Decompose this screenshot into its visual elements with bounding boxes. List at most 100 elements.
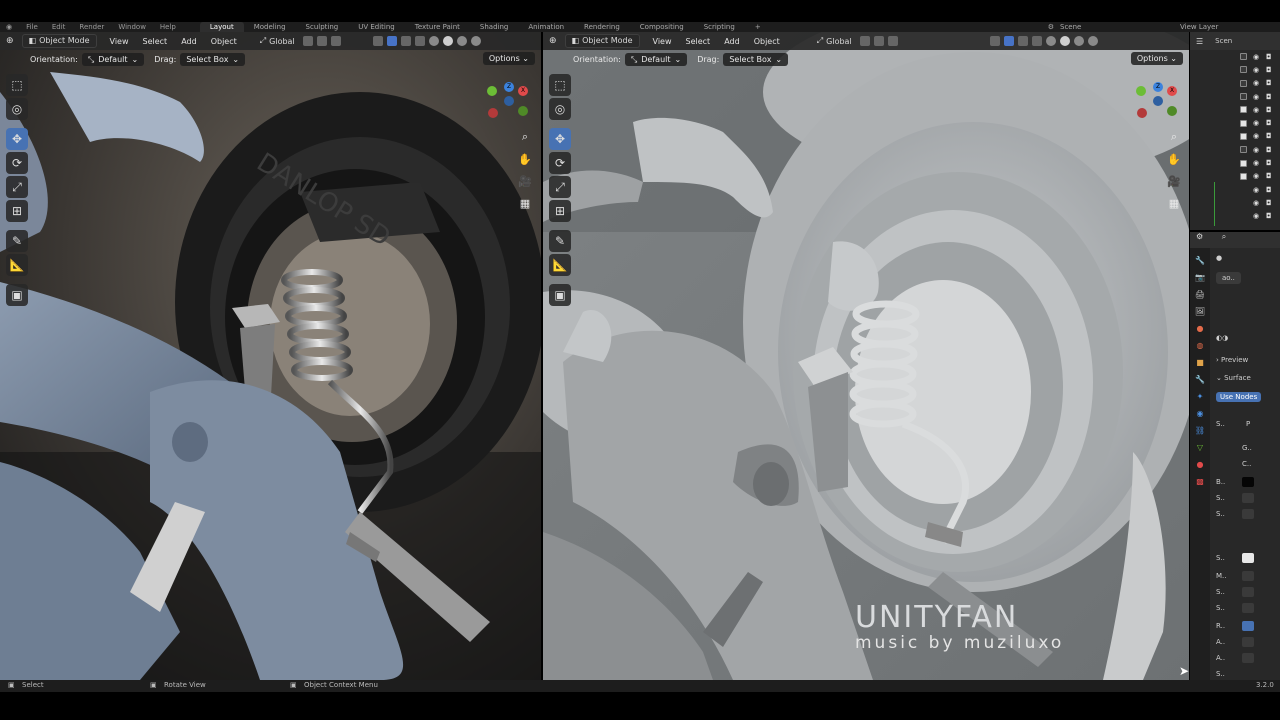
add-cube-tool-icon[interactable]: ▣ xyxy=(6,284,28,306)
proportional-icon[interactable] xyxy=(887,36,898,46)
menu-view[interactable]: View xyxy=(646,37,679,46)
mode-selector[interactable]: ◧ Object Mode xyxy=(564,34,640,48)
menu-add[interactable]: Add xyxy=(717,37,747,46)
view-layer-tab-icon[interactable]: 🖼 xyxy=(1194,305,1206,317)
xray-icon[interactable] xyxy=(414,36,425,46)
outliner-row[interactable]: ◉ ◘ xyxy=(1190,196,1280,209)
pivot-icon[interactable] xyxy=(859,36,870,46)
select-box-tool-icon[interactable]: ⬚ xyxy=(6,74,28,96)
viewport-left[interactable]: DANLOP SD ⊕ ◧ Object Mode View Select Add… xyxy=(0,32,541,680)
outliner-row[interactable]: ◉ ◘ xyxy=(1190,116,1280,129)
cursor-tool-icon[interactable]: ◎ xyxy=(549,98,571,120)
eye-icon[interactable]: ◉ xyxy=(1253,79,1259,87)
exclude-checkbox[interactable] xyxy=(1240,66,1247,74)
transform-orientation-icon[interactable]: ⤢ xyxy=(817,36,823,46)
xray-icon[interactable] xyxy=(1031,36,1042,46)
constraints-tab-icon[interactable]: ⛓ xyxy=(1194,424,1206,436)
rotate-tool-icon[interactable]: ⟳ xyxy=(6,152,28,174)
exclude-checkbox[interactable] xyxy=(1240,132,1247,140)
neg-y-axis-icon[interactable] xyxy=(1167,106,1177,116)
neg-z-axis-icon[interactable] xyxy=(504,96,514,106)
menu-select[interactable]: Select xyxy=(679,37,718,46)
wireframe-shading-icon[interactable] xyxy=(428,36,439,46)
tool-tab-icon[interactable]: 🔧 xyxy=(1194,254,1206,266)
roughness-slider[interactable] xyxy=(1242,621,1254,631)
add-workspace-icon[interactable]: + xyxy=(745,22,771,32)
camera-icon[interactable]: ◘ xyxy=(1266,212,1272,220)
cursor-tool-icon[interactable]: ◎ xyxy=(6,98,28,120)
texture-tab-icon[interactable]: ▩ xyxy=(1194,475,1206,487)
tab-compositing[interactable]: Compositing xyxy=(630,22,694,32)
properties-editor-icon[interactable]: ⚙ xyxy=(1196,232,1203,241)
outliner-row[interactable]: ◉ ◘ xyxy=(1190,50,1280,63)
tab-modeling[interactable]: Modeling xyxy=(244,22,296,32)
y-axis-icon[interactable] xyxy=(1136,86,1146,96)
camera-icon[interactable]: 🎥 xyxy=(1167,174,1181,188)
y-axis-icon[interactable] xyxy=(487,86,497,96)
move-tool-icon[interactable]: ✥ xyxy=(549,128,571,150)
camera-icon[interactable]: 🎥 xyxy=(518,174,532,188)
exclude-checkbox[interactable] xyxy=(1240,53,1247,61)
measure-tool-icon[interactable]: 📐 xyxy=(6,254,28,276)
tab-texture-paint[interactable]: Texture Paint xyxy=(405,22,470,32)
menu-render[interactable]: Render xyxy=(79,23,104,31)
scene-name[interactable]: Scene xyxy=(1060,23,1180,31)
object-tab-icon[interactable]: ■ xyxy=(1194,356,1206,368)
tab-layout[interactable]: Layout xyxy=(199,22,244,32)
neg-x-axis-icon[interactable] xyxy=(1137,108,1147,118)
drag-dropdown[interactable]: Select Box ⌄ xyxy=(180,52,246,66)
wireframe-shading-icon[interactable] xyxy=(1045,36,1056,46)
x-axis-icon[interactable]: X xyxy=(1167,86,1177,96)
value-swatch[interactable] xyxy=(1242,653,1254,663)
preview-panel[interactable]: › Preview xyxy=(1216,356,1248,364)
outliner-row[interactable]: ◉ ◘ xyxy=(1190,90,1280,103)
material-slot[interactable]: ao.. xyxy=(1216,272,1241,284)
tab-rendering[interactable]: Rendering xyxy=(574,22,630,32)
eye-icon[interactable]: ◉ xyxy=(1253,66,1259,74)
zoom-icon[interactable]: ⌕ xyxy=(1167,130,1181,144)
field-g[interactable]: G.. xyxy=(1242,444,1252,452)
camera-icon[interactable]: ◘ xyxy=(1266,79,1272,87)
solid-shading-icon[interactable] xyxy=(1059,36,1070,46)
orientation-dropdown[interactable]: ⤡ Default ⌄ xyxy=(624,52,688,66)
menu-select[interactable]: Select xyxy=(136,37,175,46)
transform-orientation-icon[interactable]: ⤢ xyxy=(260,36,266,46)
neg-y-axis-icon[interactable] xyxy=(518,106,528,116)
neg-x-axis-icon[interactable] xyxy=(488,108,498,118)
eye-icon[interactable]: ◉ xyxy=(1253,132,1259,140)
menu-add[interactable]: Add xyxy=(174,37,204,46)
menu-window[interactable]: Window xyxy=(118,23,146,31)
search-icon[interactable]: ⌕ xyxy=(1222,232,1226,241)
camera-icon[interactable]: ◘ xyxy=(1266,186,1272,194)
exclude-checkbox[interactable] xyxy=(1240,106,1247,114)
orientation-dropdown[interactable]: ⤡ Default ⌄ xyxy=(81,52,145,66)
scale-tool-icon[interactable]: ⤢ xyxy=(6,176,28,198)
outliner-row[interactable]: ◉ ◘ xyxy=(1190,210,1280,223)
scale-tool-icon[interactable]: ⤢ xyxy=(549,176,571,198)
exclude-checkbox[interactable] xyxy=(1240,119,1247,127)
menu-object[interactable]: Object xyxy=(204,37,244,46)
add-cube-tool-icon[interactable]: ▣ xyxy=(549,284,571,306)
use-nodes-button[interactable]: Use Nodes xyxy=(1216,392,1262,402)
eye-icon[interactable]: ◉ xyxy=(1253,53,1259,61)
options-button[interactable]: Options ⌄ xyxy=(1130,52,1183,65)
surface-panel[interactable]: ⌄ Surface xyxy=(1216,374,1251,382)
render-shading-icon[interactable] xyxy=(1087,36,1098,46)
data-tab-icon[interactable]: ▽ xyxy=(1194,441,1206,453)
value-swatch[interactable] xyxy=(1242,603,1254,613)
camera-icon[interactable]: ◘ xyxy=(1266,172,1272,180)
material-node-icon[interactable]: ◐◑ xyxy=(1216,334,1228,342)
camera-icon[interactable]: ◘ xyxy=(1266,53,1272,61)
visibility-icon[interactable] xyxy=(989,36,1000,46)
camera-icon[interactable]: ◘ xyxy=(1266,93,1272,101)
world-tab-icon[interactable]: ◍ xyxy=(1194,339,1206,351)
outliner-editor-icon[interactable]: ☰ xyxy=(1196,37,1203,46)
camera-icon[interactable]: ◘ xyxy=(1266,159,1272,167)
transform-tool-icon[interactable]: ⊞ xyxy=(6,200,28,222)
eye-icon[interactable]: ◉ xyxy=(1253,119,1259,127)
menu-file[interactable]: File xyxy=(26,23,38,31)
view-layer-name[interactable]: View Layer xyxy=(1180,23,1280,31)
x-axis-icon[interactable]: X xyxy=(518,86,528,96)
transform-orientation[interactable]: Global xyxy=(826,37,852,46)
pivot-icon[interactable] xyxy=(302,36,313,46)
